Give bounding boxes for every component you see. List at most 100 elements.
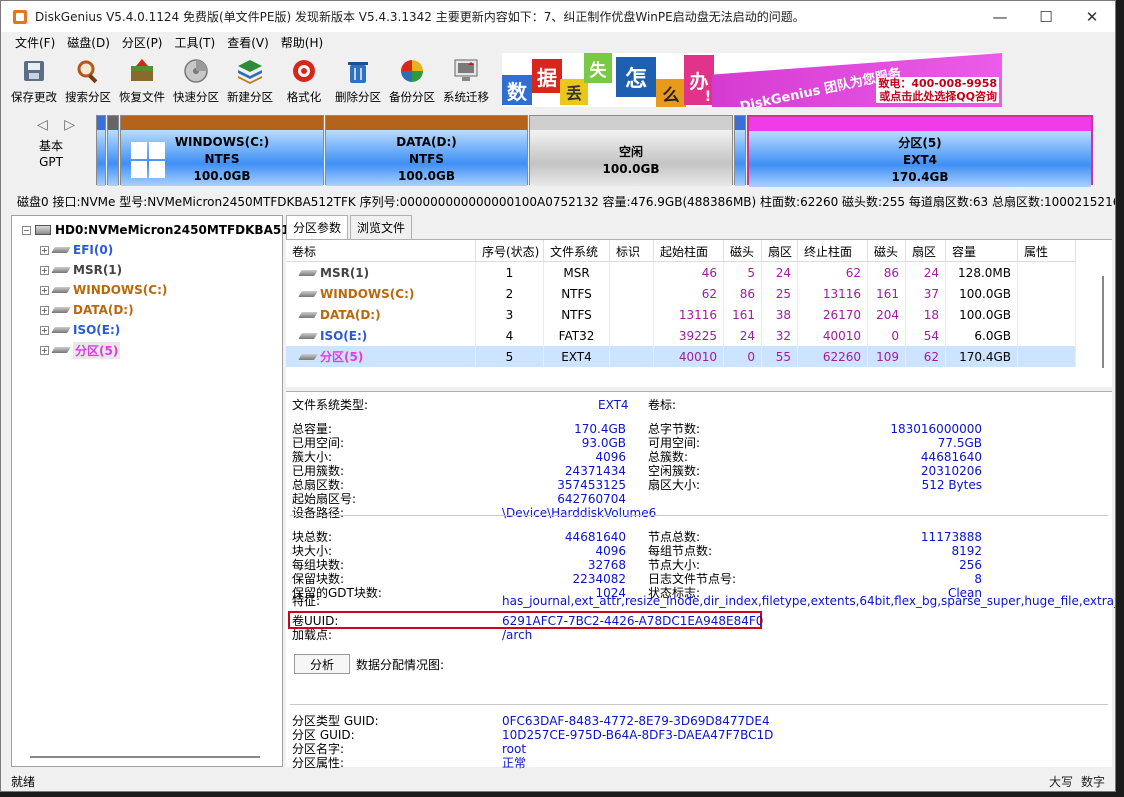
tree-item-label: 分区(5) (73, 341, 121, 359)
caps-lock-indicator: 大写 (1048, 774, 1073, 789)
format-button[interactable]: 格式化 (277, 53, 331, 107)
partition-block-iso[interactable] (734, 115, 746, 186)
cell-attr (1018, 325, 1076, 346)
expand-icon[interactable]: + (40, 285, 49, 295)
tree-item-data[interactable]: + DATA(D:) (40, 300, 134, 320)
info-label: 分区 GUID: (292, 728, 355, 742)
new-partition-button[interactable]: 新建分区 (223, 53, 277, 107)
fs-type-label: 文件系统类型: (292, 398, 369, 412)
table-vertical-scrollbar[interactable] (1102, 276, 1104, 368)
partition-block-5[interactable]: 分区(5) EXT4 170.4GB (747, 115, 1093, 187)
cell-id (610, 304, 654, 325)
maximize-button[interactable]: ☐ (1023, 1, 1069, 32)
info-value: \Device\HarddiskVolume6 (502, 506, 657, 520)
section-divider (290, 515, 1108, 516)
delete-partition-button[interactable]: 删除分区 (331, 53, 385, 107)
col-end-cylinder[interactable]: 终止柱面 (798, 240, 868, 262)
col-filesystem[interactable]: 文件系统 (544, 240, 610, 262)
cell-fs: FAT32 (544, 325, 610, 346)
ad-banner[interactable]: 数 据 丢 失 怎 么 办 ! DiskGenius 团队为您服务 致电：400… (502, 53, 1002, 107)
partition-size: 100.0GB (398, 169, 455, 183)
tree-item-efi[interactable]: + EFI(0) (40, 240, 113, 260)
table-row[interactable]: DATA(D:) 3 NTFS 13116 161 38 26170 204 18 100.0GB (286, 304, 1076, 325)
col-start-sector[interactable]: 扇区 (762, 240, 798, 262)
info-value: 正常 (502, 756, 527, 770)
col-start-head[interactable]: 磁头 (724, 240, 762, 262)
expand-icon[interactable]: + (40, 245, 49, 255)
close-button[interactable]: ✕ (1069, 1, 1115, 32)
disk-nav-arrows[interactable]: ◁ ▷ (37, 117, 81, 133)
partition-icon (298, 269, 318, 276)
disk-type-basic: 基本 (39, 139, 64, 153)
partition-block-msr[interactable] (107, 115, 119, 186)
partition-icon (51, 307, 71, 313)
cell-end-cyl: 40010 (798, 325, 868, 346)
collapse-icon[interactable]: − (22, 225, 31, 235)
search-partition-button[interactable]: 搜索分区 (61, 53, 115, 107)
tree-item-windows[interactable]: + WINDOWS(C:) (40, 280, 167, 300)
info-value: 642760704 (557, 492, 626, 506)
partition-block-free[interactable]: 空闲 100.0GB (529, 115, 733, 186)
expand-icon[interactable]: + (40, 345, 49, 355)
minimize-button[interactable]: — (977, 1, 1023, 32)
backup-partition-button[interactable]: 备份分区 (385, 53, 439, 107)
tree-item-msr[interactable]: + MSR(1) (40, 260, 122, 280)
backup-icon (401, 60, 423, 82)
col-end-head[interactable]: 磁头 (868, 240, 906, 262)
col-volume-label[interactable]: 卷标 (286, 240, 476, 262)
cell-capacity: 100.0GB (946, 304, 1018, 325)
col-capacity[interactable]: 容量 (946, 240, 1018, 262)
menu-view[interactable]: 查看(V) (221, 34, 275, 51)
col-attribute[interactable]: 属性 (1018, 240, 1076, 262)
save-changes-button[interactable]: 保存更改 (7, 53, 61, 107)
info-value: 512 Bytes (921, 478, 982, 492)
info-value: 32768 (587, 558, 626, 572)
tree-disk-node[interactable]: − HD0:NVMeMicron2450MTFDKBA512 (22, 220, 298, 240)
quick-partition-button[interactable]: 快速分区 (169, 53, 223, 107)
partition-block-windows[interactable]: WINDOWS(C:) NTFS 100.0GB (120, 115, 324, 186)
col-index[interactable]: 序号(状态) (476, 240, 544, 262)
tree-item-label: WINDOWS(C:) (73, 283, 168, 297)
recover-files-button[interactable]: 恢复文件 (115, 53, 169, 107)
uuid-label: 卷UUID: (292, 614, 339, 628)
partition-icon (51, 267, 71, 273)
tab-partition-params[interactable]: 分区参数 (286, 215, 349, 239)
tree-item-iso[interactable]: + ISO(E:) (40, 320, 120, 340)
info-value: 2234082 (572, 572, 626, 586)
disk-type: 基本 GPT (39, 138, 63, 170)
info-value: 77.5GB (937, 436, 982, 450)
cell-id (610, 283, 654, 304)
row-label: ISO(E:) (320, 328, 368, 343)
menu-file[interactable]: 文件(F) (9, 34, 61, 51)
tree-item-label: DATA(D:) (73, 303, 134, 317)
expand-icon[interactable]: + (40, 265, 49, 275)
menu-tools[interactable]: 工具(T) (169, 34, 222, 51)
col-start-cylinder[interactable]: 起始柱面 (654, 240, 724, 262)
menu-partition[interactable]: 分区(P) (116, 34, 169, 51)
info-label: 块大小: (292, 544, 333, 558)
expand-icon[interactable]: + (40, 305, 49, 315)
menu-disk[interactable]: 磁盘(D) (61, 34, 116, 51)
tree-item-partition5[interactable]: + 分区(5) (40, 340, 121, 360)
tree-disk-label: HD0:NVMeMicron2450MTFDKBA512 (55, 223, 298, 237)
menu-help[interactable]: 帮助(H) (275, 34, 329, 51)
tree-horizontal-scrollbar[interactable] (30, 756, 260, 758)
partition-block-data[interactable]: DATA(D:) NTFS 100.0GB (325, 115, 528, 186)
tab-browse-files[interactable]: 浏览文件 (350, 215, 413, 239)
table-row[interactable]: ISO(E:) 4 FAT32 39225 24 32 40010 0 54 6.0GB (286, 325, 1076, 346)
analyze-button[interactable]: 分析 (294, 654, 350, 674)
col-end-sector[interactable]: 扇区 (906, 240, 946, 262)
info-label: 扇区大小: (648, 478, 701, 492)
expand-icon[interactable]: + (40, 325, 49, 335)
cell-label: ISO(E:) (286, 325, 476, 346)
col-id[interactable]: 标识 (610, 240, 654, 262)
cell-end-head: 0 (868, 325, 906, 346)
table-row[interactable]: MSR(1) 1 MSR 46 5 24 62 86 24 128.0MB (286, 262, 1076, 283)
partition-block-efi[interactable] (96, 115, 106, 186)
partition-size: 170.4GB (891, 170, 949, 184)
table-row[interactable]: 分区(5) 5 EXT4 40010 0 55 62260 109 62 170.4GB (286, 346, 1076, 367)
info-value: 256 (959, 558, 982, 572)
window-title: DiskGenius V5.4.0.1124 免费版(单文件PE版) 发现新版本… (35, 10, 805, 24)
table-row[interactable]: WINDOWS(C:) 2 NTFS 62 86 25 13116 161 37 100.0GB (286, 283, 1076, 304)
system-migration-button[interactable]: 系统迁移 (439, 53, 493, 107)
